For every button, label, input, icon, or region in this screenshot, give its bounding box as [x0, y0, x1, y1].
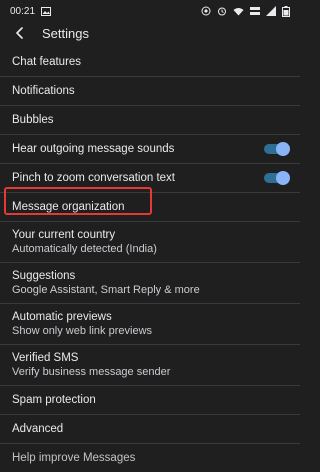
- setting-label: Message organization: [12, 201, 125, 213]
- app-bar: Settings: [0, 22, 300, 44]
- signal-quality-icon: [201, 6, 211, 16]
- setting-label: Your current country: [12, 229, 116, 241]
- setting-label: Hear outgoing message sounds: [12, 143, 175, 155]
- setting-subtitle: Google Assistant, Smart Reply & more: [12, 284, 200, 296]
- hear-sounds-toggle[interactable]: [264, 142, 290, 156]
- setting-message-organization[interactable]: Message organization: [0, 193, 300, 221]
- setting-label: Bubbles: [12, 114, 54, 126]
- status-time: 00:21: [10, 5, 36, 17]
- setting-subtitle: Automatically detected (India): [12, 243, 157, 255]
- setting-subtitle: Verify business message sender: [12, 366, 171, 378]
- cell-signal-icon: [266, 6, 276, 16]
- pinch-zoom-toggle[interactable]: [264, 171, 290, 185]
- back-arrow-icon[interactable]: [10, 23, 30, 43]
- setting-advanced[interactable]: Advanced: [0, 415, 300, 443]
- setting-label: Pinch to zoom conversation text: [12, 172, 175, 184]
- setting-label: Chat features: [12, 56, 82, 68]
- alarm-icon: [217, 6, 227, 16]
- setting-label: Verified SMS: [12, 352, 79, 364]
- wifi-icon: [233, 7, 244, 16]
- setting-country[interactable]: Your current country Automatically detec…: [0, 222, 300, 262]
- setting-label: Notifications: [12, 85, 75, 97]
- setting-chat-features[interactable]: Chat features: [0, 48, 300, 76]
- setting-label: Spam protection: [12, 394, 96, 406]
- setting-bubbles[interactable]: Bubbles: [0, 106, 300, 134]
- settings-list: Chat features Notifications Bubbles Hear…: [0, 48, 300, 472]
- setting-label: Advanced: [12, 423, 64, 435]
- network-speed-icon: [250, 6, 260, 16]
- setting-pinch-zoom[interactable]: Pinch to zoom conversation text: [0, 164, 300, 192]
- page-title: Settings: [42, 25, 89, 41]
- status-right: [201, 5, 290, 17]
- status-bar: 00:21: [0, 0, 300, 22]
- battery-icon: [282, 5, 290, 17]
- toggle-knob: [276, 171, 290, 185]
- toggle-knob: [276, 142, 290, 156]
- setting-suggestions[interactable]: Suggestions Google Assistant, Smart Repl…: [0, 263, 300, 303]
- setting-notifications[interactable]: Notifications: [0, 77, 300, 105]
- setting-label: Automatic previews: [12, 311, 112, 323]
- setting-hear-sounds[interactable]: Hear outgoing message sounds: [0, 135, 300, 163]
- setting-verified-sms[interactable]: Verified SMS Verify business message sen…: [0, 345, 300, 385]
- setting-help-improve[interactable]: Help improve Messages: [0, 444, 300, 472]
- setting-automatic-previews[interactable]: Automatic previews Show only web link pr…: [0, 304, 300, 344]
- image-icon: [41, 6, 52, 16]
- setting-spam-protection[interactable]: Spam protection: [0, 386, 300, 414]
- setting-label: Help improve Messages: [12, 452, 136, 464]
- setting-label: Suggestions: [12, 270, 76, 282]
- setting-subtitle: Show only web link previews: [12, 325, 153, 337]
- status-left: 00:21: [10, 5, 52, 17]
